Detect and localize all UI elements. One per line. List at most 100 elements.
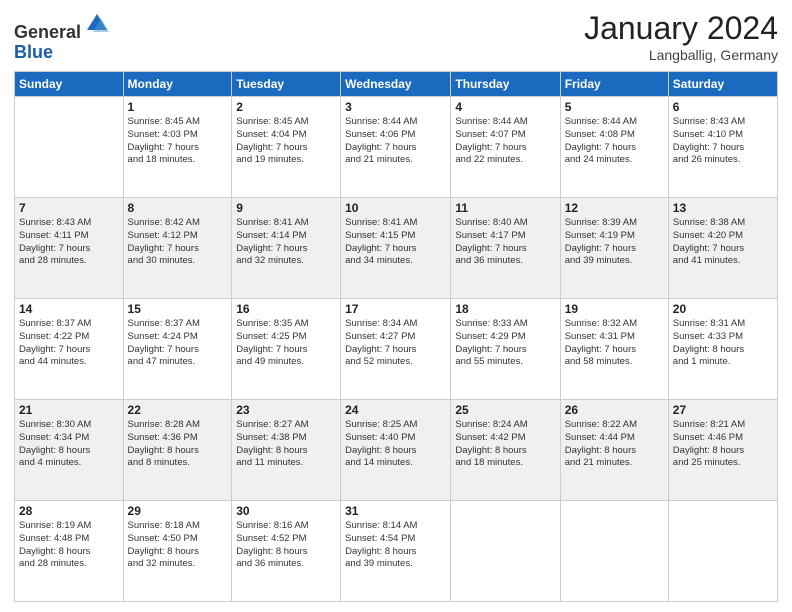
day-number: 31: [345, 504, 446, 518]
day-info: Sunrise: 8:30 AM Sunset: 4:34 PM Dayligh…: [19, 419, 119, 470]
table-row: [451, 501, 560, 602]
day-info: Sunrise: 8:43 AM Sunset: 4:11 PM Dayligh…: [19, 217, 119, 268]
day-number: 1: [128, 100, 228, 114]
day-info: Sunrise: 8:42 AM Sunset: 4:12 PM Dayligh…: [128, 217, 228, 268]
table-row: 14 Sunrise: 8:37 AM Sunset: 4:22 PM Dayli…: [15, 299, 124, 400]
day-info: Sunrise: 8:35 AM Sunset: 4:25 PM Dayligh…: [236, 318, 336, 369]
table-row: 18Sunrise: 8:33 AM Sunset: 4:29 PM Dayli…: [451, 299, 560, 400]
day-number: 3: [345, 100, 446, 114]
day-number: 28: [19, 504, 119, 518]
day-number: 15: [128, 302, 228, 316]
table-row: 19Sunrise: 8:32 AM Sunset: 4:31 PM Dayli…: [560, 299, 668, 400]
day-number: 17: [345, 302, 446, 316]
day-info: Sunrise: 8:38 AM Sunset: 4:20 PM Dayligh…: [673, 217, 773, 268]
day-number: 2: [236, 100, 336, 114]
day-number: 13: [673, 201, 773, 215]
logo-general: General: [14, 22, 81, 42]
day-info: Sunrise: 8:27 AM Sunset: 4:38 PM Dayligh…: [236, 419, 336, 470]
day-info: Sunrise: 8:41 AM Sunset: 4:15 PM Dayligh…: [345, 217, 446, 268]
table-row: 7 Sunrise: 8:43 AM Sunset: 4:11 PM Daylig…: [15, 198, 124, 299]
day-number: 22: [128, 403, 228, 417]
day-number: 11: [455, 201, 555, 215]
col-friday: Friday: [560, 72, 668, 97]
day-number: 25: [455, 403, 555, 417]
col-tuesday: Tuesday: [232, 72, 341, 97]
day-info: Sunrise: 8:21 AM Sunset: 4:46 PM Dayligh…: [673, 419, 773, 470]
table-row: 1Sunrise: 8:45 AM Sunset: 4:03 PM Daylig…: [123, 97, 232, 198]
day-info: Sunrise: 8:44 AM Sunset: 4:06 PM Dayligh…: [345, 116, 446, 167]
logo-text: General Blue: [14, 10, 111, 63]
day-info: Sunrise: 8:25 AM Sunset: 4:40 PM Dayligh…: [345, 419, 446, 470]
day-info: Sunrise: 8:37 AM Sunset: 4:22 PM Dayligh…: [19, 318, 119, 369]
table-row: 17 Sunrise: 8:34 AM Sunset: 4:27 PM Dayli…: [341, 299, 451, 400]
col-thursday: Thursday: [451, 72, 560, 97]
day-number: 6: [673, 100, 773, 114]
day-number: 10: [345, 201, 446, 215]
title-area: January 2024 Langballig, Germany: [584, 10, 778, 63]
table-row: 4Sunrise: 8:44 AM Sunset: 4:07 PM Daylig…: [451, 97, 560, 198]
table-row: [15, 97, 124, 198]
table-row: 23 Sunrise: 8:27 AM Sunset: 4:38 PM Dayli…: [232, 400, 341, 501]
table-row: 16 Sunrise: 8:35 AM Sunset: 4:25 PM Dayli…: [232, 299, 341, 400]
table-row: 5 Sunrise: 8:44 AM Sunset: 4:08 PM Daylig…: [560, 97, 668, 198]
day-number: 9: [236, 201, 336, 215]
table-row: 9 Sunrise: 8:41 AM Sunset: 4:14 PM Daylig…: [232, 198, 341, 299]
day-info: Sunrise: 8:18 AM Sunset: 4:50 PM Dayligh…: [128, 520, 228, 571]
logo: General Blue: [14, 10, 111, 63]
table-row: 15Sunrise: 8:37 AM Sunset: 4:24 PM Dayli…: [123, 299, 232, 400]
table-row: 20 Sunrise: 8:31 AM Sunset: 4:33 PM Dayli…: [668, 299, 777, 400]
day-number: 5: [565, 100, 664, 114]
table-row: 2 Sunrise: 8:45 AM Sunset: 4:04 PM Daylig…: [232, 97, 341, 198]
table-row: 30Sunrise: 8:16 AM Sunset: 4:52 PM Dayli…: [232, 501, 341, 602]
calendar-week-row: 7 Sunrise: 8:43 AM Sunset: 4:11 PM Daylig…: [15, 198, 778, 299]
col-saturday: Saturday: [668, 72, 777, 97]
table-row: 13 Sunrise: 8:38 AM Sunset: 4:20 PM Dayli…: [668, 198, 777, 299]
day-info: Sunrise: 8:44 AM Sunset: 4:08 PM Dayligh…: [565, 116, 664, 167]
day-info: Sunrise: 8:24 AM Sunset: 4:42 PM Dayligh…: [455, 419, 555, 470]
table-row: 6 Sunrise: 8:43 AM Sunset: 4:10 PM Daylig…: [668, 97, 777, 198]
calendar-week-row: 1Sunrise: 8:45 AM Sunset: 4:03 PM Daylig…: [15, 97, 778, 198]
day-info: Sunrise: 8:45 AM Sunset: 4:04 PM Dayligh…: [236, 116, 336, 167]
col-sunday: Sunday: [15, 72, 124, 97]
day-number: 23: [236, 403, 336, 417]
table-row: [668, 501, 777, 602]
table-row: 28 Sunrise: 8:19 AM Sunset: 4:48 PM Dayli…: [15, 501, 124, 602]
day-number: 7: [19, 201, 119, 215]
day-info: Sunrise: 8:40 AM Sunset: 4:17 PM Dayligh…: [455, 217, 555, 268]
table-row: [560, 501, 668, 602]
location: Langballig, Germany: [584, 47, 778, 63]
calendar-table: Sunday Monday Tuesday Wednesday Thursday…: [14, 71, 778, 602]
day-info: Sunrise: 8:43 AM Sunset: 4:10 PM Dayligh…: [673, 116, 773, 167]
day-number: 12: [565, 201, 664, 215]
day-number: 21: [19, 403, 119, 417]
table-row: 26Sunrise: 8:22 AM Sunset: 4:44 PM Dayli…: [560, 400, 668, 501]
day-number: 14: [19, 302, 119, 316]
day-number: 16: [236, 302, 336, 316]
day-info: Sunrise: 8:31 AM Sunset: 4:33 PM Dayligh…: [673, 318, 773, 369]
day-number: 29: [128, 504, 228, 518]
table-row: 27 Sunrise: 8:21 AM Sunset: 4:46 PM Dayli…: [668, 400, 777, 501]
day-number: 18: [455, 302, 555, 316]
table-row: 31 Sunrise: 8:14 AM Sunset: 4:54 PM Dayli…: [341, 501, 451, 602]
day-info: Sunrise: 8:14 AM Sunset: 4:54 PM Dayligh…: [345, 520, 446, 571]
table-row: 21 Sunrise: 8:30 AM Sunset: 4:34 PM Dayli…: [15, 400, 124, 501]
day-info: Sunrise: 8:39 AM Sunset: 4:19 PM Dayligh…: [565, 217, 664, 268]
day-info: Sunrise: 8:32 AM Sunset: 4:31 PM Dayligh…: [565, 318, 664, 369]
day-info: Sunrise: 8:41 AM Sunset: 4:14 PM Dayligh…: [236, 217, 336, 268]
day-info: Sunrise: 8:28 AM Sunset: 4:36 PM Dayligh…: [128, 419, 228, 470]
day-number: 30: [236, 504, 336, 518]
day-number: 8: [128, 201, 228, 215]
month-title: January 2024: [584, 10, 778, 47]
day-number: 27: [673, 403, 773, 417]
table-row: 12 Sunrise: 8:39 AM Sunset: 4:19 PM Dayli…: [560, 198, 668, 299]
day-info: Sunrise: 8:19 AM Sunset: 4:48 PM Dayligh…: [19, 520, 119, 571]
calendar-week-row: 14 Sunrise: 8:37 AM Sunset: 4:22 PM Dayli…: [15, 299, 778, 400]
page-header: General Blue January 2024 Langballig, Ge…: [14, 10, 778, 63]
day-number: 20: [673, 302, 773, 316]
table-row: 24 Sunrise: 8:25 AM Sunset: 4:40 PM Dayli…: [341, 400, 451, 501]
day-info: Sunrise: 8:34 AM Sunset: 4:27 PM Dayligh…: [345, 318, 446, 369]
table-row: 25 Sunrise: 8:24 AM Sunset: 4:42 PM Dayli…: [451, 400, 560, 501]
day-number: 24: [345, 403, 446, 417]
table-row: 22 Sunrise: 8:28 AM Sunset: 4:36 PM Dayli…: [123, 400, 232, 501]
day-number: 26: [565, 403, 664, 417]
